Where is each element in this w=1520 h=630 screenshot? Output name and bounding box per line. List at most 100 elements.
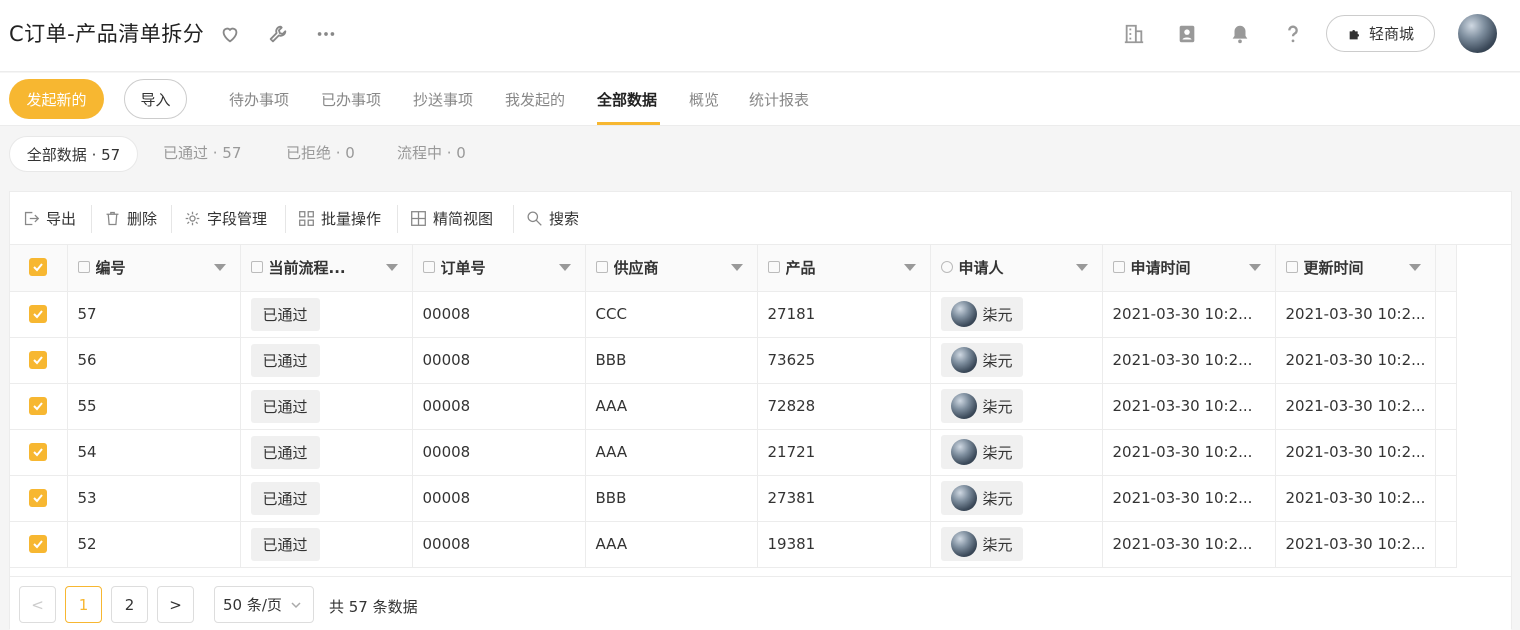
row-select-cell[interactable] <box>10 337 68 384</box>
export-button[interactable]: 导出 <box>23 208 76 229</box>
row-checkbox[interactable] <box>29 396 48 415</box>
table-row[interactable]: 54 已通过 00008 AAA 21721 柒元 2021-03-30 10:… <box>10 429 1458 476</box>
row-select-cell[interactable] <box>10 383 68 430</box>
cell-order: 00008 <box>412 521 586 568</box>
cell-updated-time: 2021-03-30 10:2... <box>1275 383 1437 430</box>
tab-todo[interactable]: 待办事项 <box>229 89 289 110</box>
row-checkbox[interactable] <box>29 304 48 323</box>
cell-applicant: 柒元 <box>930 475 1103 522</box>
status-badge: 已通过 <box>250 435 320 469</box>
column-menu-icon[interactable] <box>213 264 226 271</box>
row-select-cell[interactable] <box>10 521 68 568</box>
text-field-icon <box>767 261 780 274</box>
batch-ops-label: 批量操作 <box>321 210 382 228</box>
tab-overview[interactable]: 概览 <box>689 89 719 110</box>
row-select-cell[interactable] <box>10 291 68 338</box>
column-menu-icon[interactable] <box>385 264 398 271</box>
active-tab-indicator <box>597 122 660 125</box>
row-checkbox[interactable] <box>29 350 48 369</box>
batch-ops-button[interactable]: 批量操作 <box>298 208 381 229</box>
import-button[interactable]: 导入 <box>124 79 187 119</box>
filter-in-progress[interactable]: 流程中 · 0 <box>397 142 466 163</box>
table-row[interactable]: 57 已通过 00008 CCC 27181 柒元 2021-03-30 10:… <box>10 291 1458 338</box>
avatar <box>950 531 977 557</box>
applicant-tag[interactable]: 柒元 <box>940 481 1023 515</box>
filter-rejected[interactable]: 已拒绝 · 0 <box>286 142 355 163</box>
cell-spacer <box>1435 429 1458 476</box>
flow-field-icon <box>250 261 263 274</box>
filter-all[interactable]: 全部数据 · 57 <box>9 136 138 172</box>
bell-icon[interactable] <box>1228 22 1252 46</box>
row-select-cell[interactable] <box>10 429 68 476</box>
page-size-select[interactable]: 50 条/页 <box>214 586 314 623</box>
column-header-flow[interactable]: 当前流程... <box>240 245 413 292</box>
export-label: 导出 <box>46 210 77 228</box>
table-row[interactable]: 52 已通过 00008 AAA 19381 柒元 2021-03-30 10:… <box>10 521 1458 568</box>
select-all-checkbox[interactable] <box>29 258 48 277</box>
filter-approved[interactable]: 已通过 · 57 <box>163 142 241 163</box>
row-select-cell[interactable] <box>10 475 68 522</box>
row-checkbox[interactable] <box>29 534 48 553</box>
building-icon[interactable] <box>1122 22 1146 46</box>
column-header-applied-time[interactable]: 申请时间 <box>1102 245 1276 292</box>
compact-view-button[interactable]: 精简视图 <box>410 208 493 229</box>
column-menu-icon[interactable] <box>730 264 743 271</box>
toolbar-divider <box>171 205 172 233</box>
contacts-icon[interactable] <box>1175 22 1199 46</box>
cell-supplier: BBB <box>585 337 758 384</box>
applicant-tag[interactable]: 柒元 <box>940 527 1023 561</box>
field-manage-button[interactable]: 字段管理 <box>184 208 267 229</box>
column-menu-icon[interactable] <box>903 264 916 271</box>
search-button[interactable]: 搜索 <box>526 208 579 229</box>
tab-all-data[interactable]: 全部数据 <box>597 89 657 110</box>
column-menu-icon[interactable] <box>1075 264 1088 271</box>
data-panel: 导出 删除 字段管理 批量操作 精简视图 搜索 编号 当前流程... 订单号 供… <box>9 191 1512 630</box>
status-badge: 已通过 <box>250 481 320 515</box>
tab-initiated[interactable]: 我发起的 <box>505 89 565 110</box>
wrench-icon[interactable] <box>266 22 290 46</box>
shop-button[interactable]: 轻商城 <box>1326 15 1435 52</box>
column-header-applicant[interactable]: 申请人 <box>930 245 1103 292</box>
applicant-tag[interactable]: 柒元 <box>940 343 1023 377</box>
applicant-tag[interactable]: 柒元 <box>940 435 1023 469</box>
table-row[interactable]: 55 已通过 00008 AAA 72828 柒元 2021-03-30 10:… <box>10 383 1458 430</box>
page-2-button[interactable]: 2 <box>111 586 148 623</box>
more-icon[interactable] <box>314 22 338 46</box>
select-all-cell[interactable] <box>10 245 68 292</box>
cell-supplier: AAA <box>585 383 758 430</box>
calendar-icon <box>1112 261 1125 274</box>
tab-cc[interactable]: 抄送事项 <box>413 89 473 110</box>
cell-applied-time: 2021-03-30 10:2... <box>1102 291 1276 338</box>
column-header-product[interactable]: 产品 <box>757 245 931 292</box>
cell-order: 00008 <box>412 291 586 338</box>
next-page-button[interactable]: > <box>157 586 194 623</box>
column-header-updated-time[interactable]: 更新时间 <box>1275 245 1437 292</box>
column-header-order[interactable]: 订单号 <box>412 245 586 292</box>
create-new-button[interactable]: 发起新的 <box>9 79 104 119</box>
page-1-button[interactable]: 1 <box>65 586 102 623</box>
delete-button[interactable]: 删除 <box>104 208 157 229</box>
cell-applicant: 柒元 <box>930 337 1103 384</box>
column-header-id[interactable]: 编号 <box>67 245 241 292</box>
row-checkbox[interactable] <box>29 442 48 461</box>
tab-done[interactable]: 已办事项 <box>321 89 381 110</box>
column-header-supplier[interactable]: 供应商 <box>585 245 758 292</box>
compact-view-label: 精简视图 <box>433 210 494 228</box>
column-menu-icon[interactable] <box>1248 264 1261 271</box>
heart-icon[interactable] <box>218 22 242 46</box>
tab-reports[interactable]: 统计报表 <box>749 89 809 110</box>
cell-product: 27381 <box>757 475 931 522</box>
table-row[interactable]: 53 已通过 00008 BBB 27381 柒元 2021-03-30 10:… <box>10 475 1458 522</box>
cell-flow: 已通过 <box>240 337 413 384</box>
column-menu-icon[interactable] <box>558 264 571 271</box>
status-badge: 已通过 <box>250 389 320 423</box>
applicant-tag[interactable]: 柒元 <box>940 297 1023 331</box>
row-checkbox[interactable] <box>29 488 48 507</box>
prev-page-button[interactable]: < <box>19 586 56 623</box>
table-row[interactable]: 56 已通过 00008 BBB 73625 柒元 2021-03-30 10:… <box>10 337 1458 384</box>
user-avatar[interactable] <box>1458 14 1497 53</box>
column-menu-icon[interactable] <box>1409 264 1422 271</box>
help-icon[interactable] <box>1281 22 1305 46</box>
applicant-tag[interactable]: 柒元 <box>940 389 1023 423</box>
cell-order: 00008 <box>412 475 586 522</box>
